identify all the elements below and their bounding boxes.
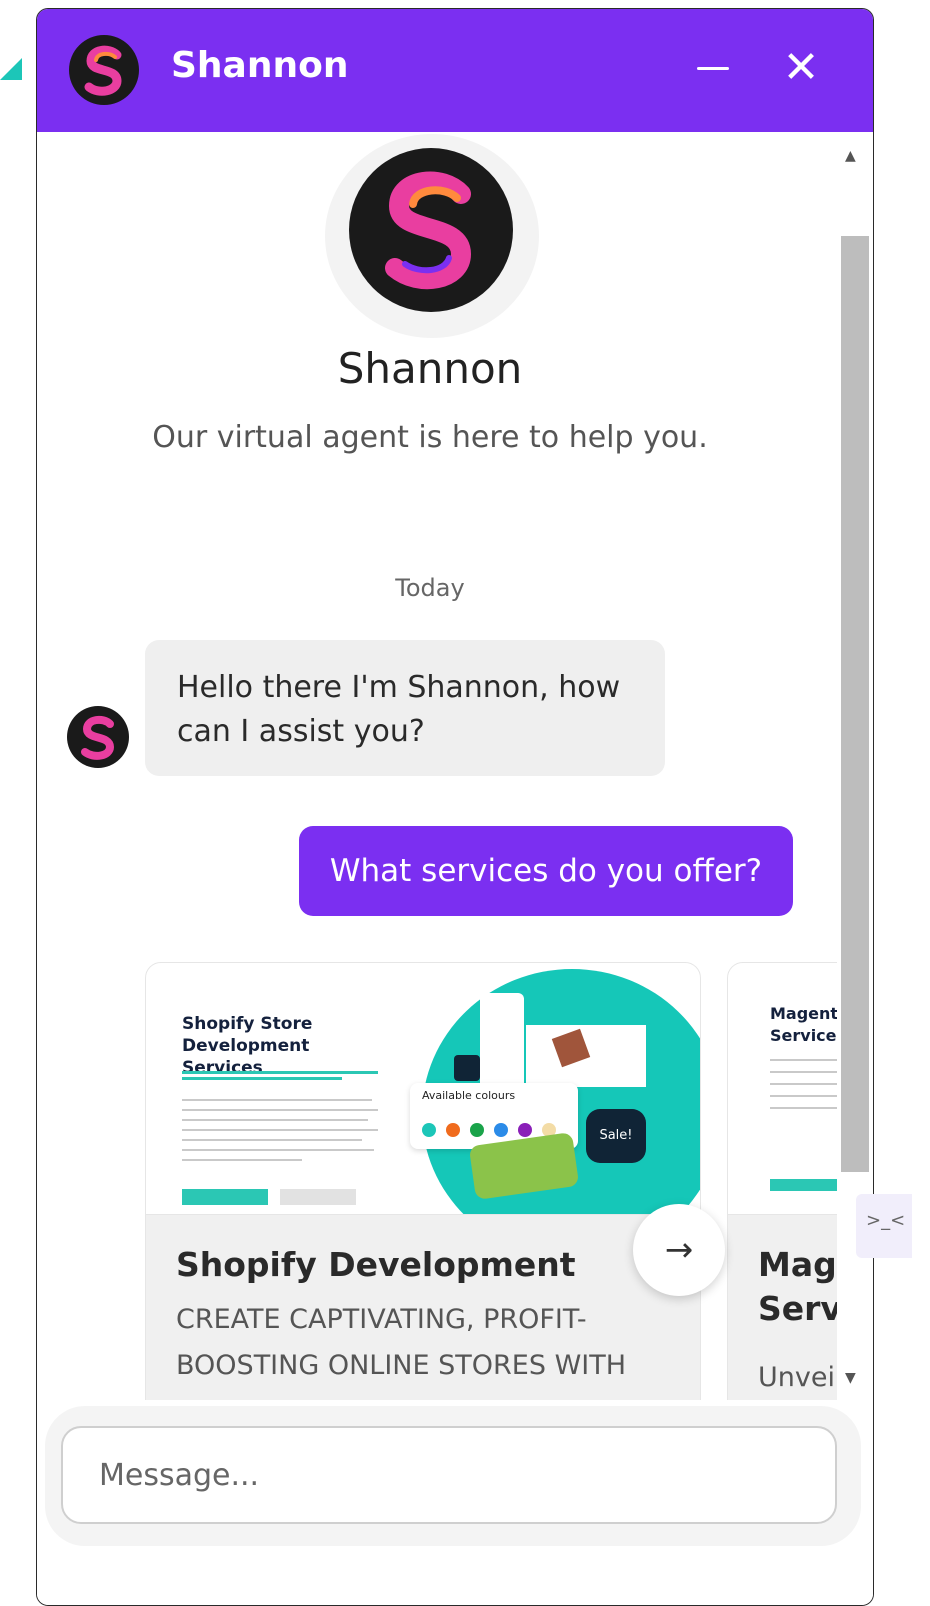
colour-swatch (422, 1123, 436, 1137)
thumbnail-sale-badge: Sale! (586, 1109, 646, 1163)
colour-swatch (494, 1123, 508, 1137)
thumbnail-decoration (182, 1071, 378, 1074)
thumbnail-arrow (454, 1055, 480, 1081)
agent-avatar-icon (69, 35, 139, 105)
composer (37, 1400, 873, 1605)
thumbnail-text-line (770, 1059, 837, 1061)
message-input[interactable] (61, 1426, 837, 1524)
scrollbar-thumb[interactable] (841, 236, 869, 1172)
scroll-up-icon[interactable]: ▲ (845, 148, 856, 164)
thumbnail-button (770, 1179, 837, 1191)
thumbnail-text-line (182, 1119, 368, 1121)
minimize-icon[interactable] (691, 33, 735, 103)
chat-header: Shannon ✕ (37, 9, 873, 132)
thumbnail-button (280, 1189, 356, 1205)
thumbnail-text-line (770, 1095, 837, 1097)
agent-name: Shannon (337, 344, 523, 393)
thumbnail-text-line (182, 1109, 378, 1111)
thumbnail-heading: Magento Services (770, 1004, 837, 1045)
agent-profile-avatar-icon (349, 148, 513, 312)
carousel-next-button[interactable]: → (633, 1204, 725, 1296)
thumbnail-button (182, 1189, 268, 1205)
scroll-down-icon[interactable]: ▼ (845, 1370, 856, 1386)
card-title: Mage Servi (758, 1245, 837, 1328)
chat-body[interactable]: Shannon Our virtual agent is here to hel… (37, 132, 837, 1400)
card-thumbnail: Magento Services (728, 963, 837, 1215)
card-description: CREATE CAPTIVATING, PROFIT-BOOSTING ONLI… (176, 1304, 627, 1400)
thumbnail-text-line (770, 1083, 837, 1085)
thumbnail-text-line (182, 1139, 362, 1141)
service-card[interactable]: Magento Services Mage Servi Unveil (727, 962, 837, 1400)
colour-swatch (470, 1123, 484, 1137)
thumbnail-text-line (182, 1099, 372, 1101)
chat-widget: Shannon ✕ Shannon Our virtual agent is h… (36, 8, 874, 1606)
chat-title: Shannon (171, 45, 349, 86)
card-thumbnail: Shopify Store Development Services Avail… (146, 963, 700, 1215)
bot-avatar-icon (67, 706, 129, 768)
thumbnail-text-line (770, 1071, 837, 1073)
thumbnail-text-line (182, 1159, 302, 1161)
card-description: Unveil (758, 1362, 837, 1393)
launcher-pointer (0, 58, 22, 80)
thumbnail-text-line (182, 1129, 378, 1131)
user-message: What services do you offer? (299, 826, 793, 916)
card-title: Shopify Development (176, 1245, 576, 1284)
thumbnail-text-line (182, 1149, 374, 1151)
thumbnail-decoration (182, 1077, 342, 1080)
date-separator: Today (395, 574, 465, 602)
colours-label: Available colours (422, 1089, 516, 1102)
thumbnail-heading: Shopify Store Development Services (182, 1014, 313, 1078)
side-tab-label: >_< (866, 1210, 906, 1231)
agent-tagline: Our virtual agent is here to help you. (152, 420, 708, 455)
service-card[interactable]: Shopify Store Development Services Avail… (145, 962, 701, 1400)
thumbnail-text-line (770, 1107, 837, 1109)
bot-message: Hello there I'm Shannon, how can I assis… (145, 640, 665, 776)
colour-swatch (518, 1123, 532, 1137)
side-tab[interactable]: >_< (856, 1194, 912, 1258)
close-icon[interactable]: ✕ (777, 35, 825, 101)
colour-swatch (446, 1123, 460, 1137)
thumbnail-phone (480, 993, 524, 1089)
